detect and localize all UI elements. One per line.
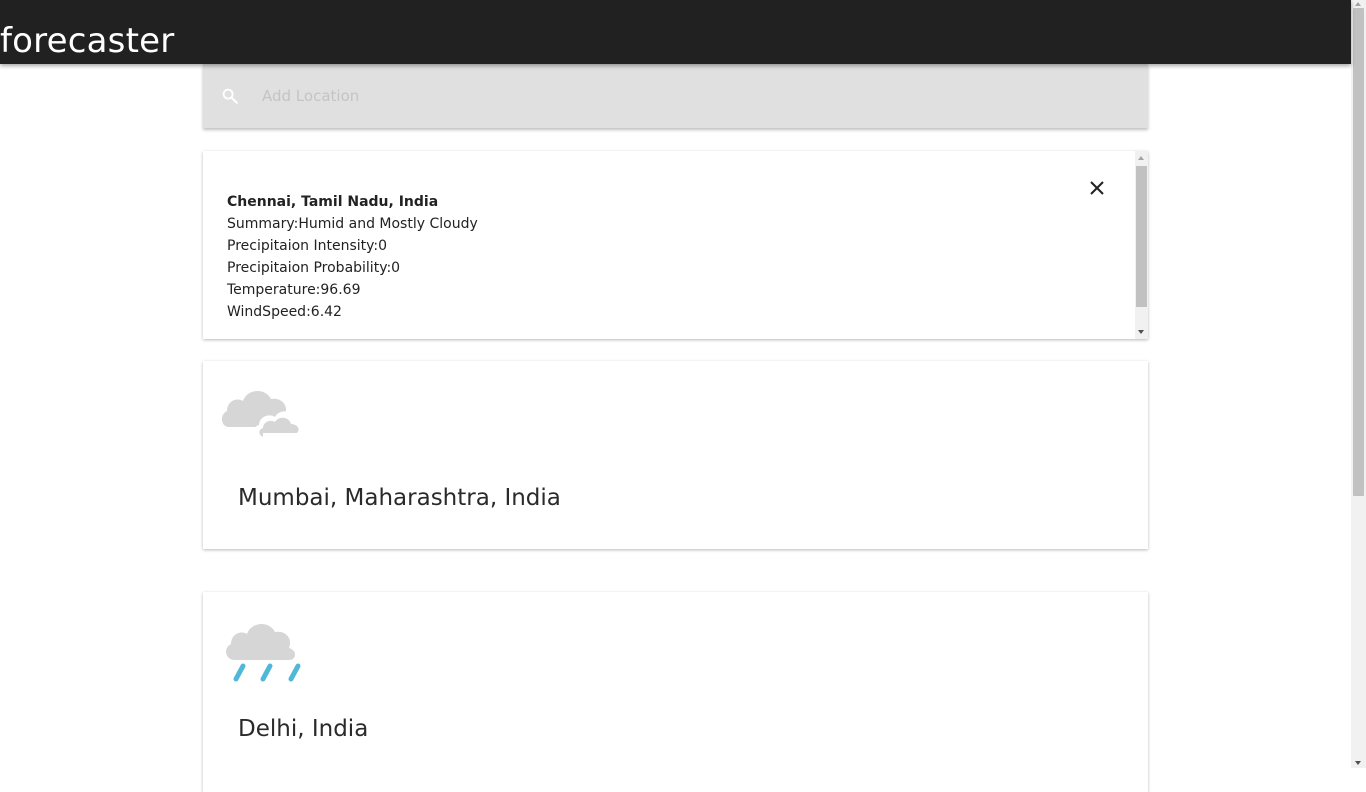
detail-scrollbar[interactable] bbox=[1135, 151, 1148, 339]
detail-scroll-down-arrow-icon[interactable] bbox=[1138, 330, 1144, 334]
detail-location: Chennai, Tamil Nadu, India bbox=[227, 194, 439, 210]
location-detail-text: Chennai, Tamil Nadu, India Summary:Humid… bbox=[227, 191, 478, 323]
city-card-delhi[interactable]: Delhi, India bbox=[203, 592, 1148, 792]
page-scrollbar[interactable] bbox=[1351, 0, 1366, 768]
city-card-mumbai[interactable]: Mumbai, Maharashtra, India bbox=[203, 361, 1148, 549]
scroll-up-arrow-icon[interactable] bbox=[1355, 2, 1361, 6]
page-scrollbar-thumb[interactable] bbox=[1353, 8, 1364, 496]
app-bar: forecaster bbox=[0, 0, 1351, 64]
city-name: Delhi, India bbox=[238, 716, 369, 742]
detail-scroll-up-arrow-icon[interactable] bbox=[1138, 156, 1144, 160]
location-detail-card: Chennai, Tamil Nadu, India Summary:Humid… bbox=[203, 151, 1148, 339]
rain-icon bbox=[226, 623, 301, 682]
city-name: Mumbai, Maharashtra, India bbox=[238, 485, 561, 511]
detail-windspeed: WindSpeed:6.42 bbox=[227, 304, 342, 320]
detail-temperature: Temperature:96.69 bbox=[227, 282, 361, 298]
detail-summary: Summary:Humid and Mostly Cloudy bbox=[227, 216, 478, 232]
close-icon[interactable] bbox=[1087, 178, 1107, 198]
search-icon[interactable] bbox=[221, 87, 239, 105]
detail-scrollbar-thumb[interactable] bbox=[1136, 166, 1147, 307]
detail-precip-intensity: Precipitaion Intensity:0 bbox=[227, 238, 388, 254]
app-title: forecaster bbox=[0, 21, 175, 61]
scroll-down-arrow-icon[interactable] bbox=[1355, 761, 1361, 765]
detail-precip-probability: Precipitaion Probability:0 bbox=[227, 260, 401, 276]
add-location-input[interactable] bbox=[262, 84, 1122, 108]
cloudy-icon bbox=[221, 390, 305, 441]
